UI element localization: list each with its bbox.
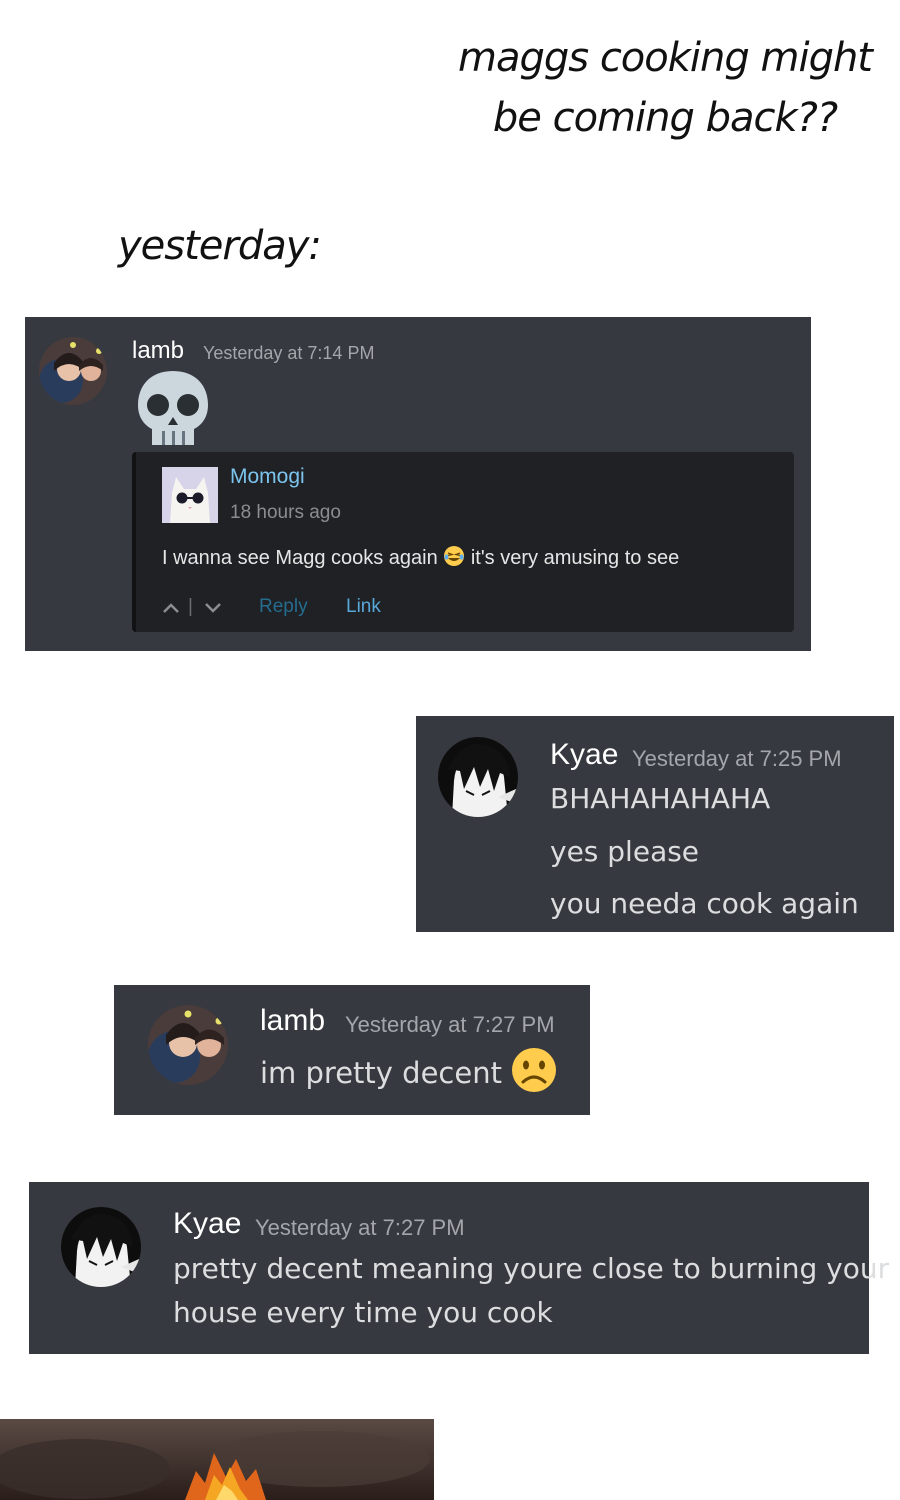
photo-avatar-image — [39, 337, 107, 405]
laughing-emoji-icon — [443, 545, 465, 573]
headline-line-1: maggs cooking might — [458, 35, 873, 81]
chevron-up-icon[interactable] — [162, 599, 180, 621]
message-line: house every time you cook — [173, 1296, 553, 1329]
avatar[interactable] — [61, 1207, 141, 1287]
avatar[interactable] — [148, 1005, 228, 1085]
skull-emoji-icon — [133, 367, 213, 451]
anime-avatar-image — [61, 1207, 141, 1287]
timestamp: Yesterday at 7:25 PM — [632, 746, 842, 771]
message-text: im pretty decent — [260, 1047, 557, 1100]
timestamp: Yesterday at 7:27 PM — [345, 1012, 555, 1037]
embed-author-name[interactable]: Momogi — [230, 465, 305, 489]
chat-message-card: lamb Yesterday at 7:14 PM Momogi 18 hour… — [25, 317, 811, 651]
message-line: you needa cook again — [550, 887, 859, 920]
cat-with-sunglasses-image — [162, 467, 218, 523]
avatar[interactable] — [438, 737, 518, 817]
embed-comment-part-2: it's very amusing to see — [470, 547, 680, 569]
timestamp: Yesterday at 7:27 PM — [255, 1215, 465, 1240]
avatar[interactable] — [39, 337, 107, 405]
username[interactable]: lamb — [260, 1004, 325, 1038]
embed-comment-part-1: I wanna see Magg cooks again — [162, 547, 438, 569]
headline-line-2: be coming back?? — [492, 95, 838, 141]
timestamp: Yesterday at 7:14 PM — [203, 343, 375, 363]
message-line: pretty decent meaning youre close to bur… — [173, 1252, 890, 1285]
chat-message-card: lamb Yesterday at 7:27 PM im pretty dece… — [114, 985, 590, 1115]
chat-message-card: Kyae Yesterday at 7:25 PM BHAHAHAHAHA ye… — [416, 716, 894, 932]
embedded-comment: Momogi 18 hours ago I wanna see Magg coo… — [132, 452, 794, 632]
frowning-face-emoji-icon — [511, 1047, 557, 1100]
chat-message-card: Kyae Yesterday at 7:27 PM pretty decent … — [29, 1182, 889, 1354]
username[interactable]: Kyae — [550, 738, 618, 772]
embed-avatar[interactable] — [162, 467, 218, 523]
link-button[interactable]: Link — [346, 596, 381, 618]
fire-photo — [0, 1419, 434, 1500]
username[interactable]: lamb — [132, 337, 184, 365]
reply-button[interactable]: Reply — [259, 596, 308, 618]
photo-avatar-image — [148, 1005, 228, 1085]
vote-separator: | — [188, 596, 193, 617]
headline-caption: maggs cooking might be coming back?? — [450, 28, 880, 148]
embed-timestamp: 18 hours ago — [230, 502, 341, 523]
message-line: yes please — [550, 835, 700, 868]
username[interactable]: Kyae — [173, 1207, 241, 1241]
anime-avatar-image — [438, 737, 518, 817]
chevron-down-icon[interactable] — [204, 599, 222, 621]
embed-comment-text: I wanna see Magg cooks again it's very a… — [162, 545, 679, 573]
subhead-caption: yesterday: — [118, 223, 322, 269]
message-text-content: im pretty decent — [260, 1056, 502, 1090]
message-line: BHAHAHAHAHA — [550, 782, 771, 815]
